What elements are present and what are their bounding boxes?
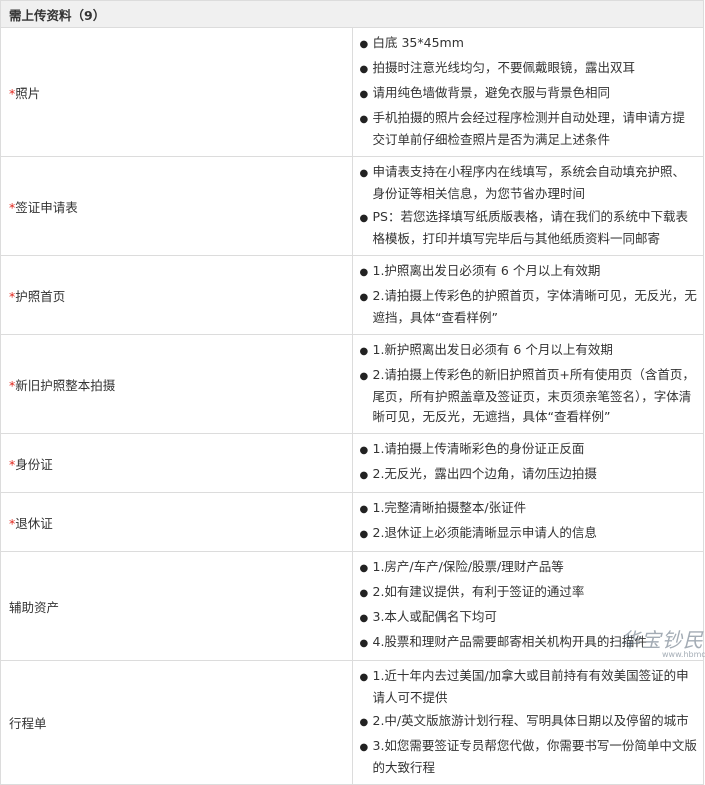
list-item-text: 3.如您需要签证专员帮您代做，你需要书写一份简单中文版的大致行程	[372, 738, 697, 775]
row-label: 行程单	[9, 716, 47, 731]
row-label: 签证申请表	[15, 199, 78, 215]
table-row: *身份证 ● 1.请拍摄上传清晰彩色的身份证正反面 ● 2.无反光，露出四个边角，请勿压…	[0, 433, 704, 493]
list-item-text: 2.无反光，露出四个边角，请勿压边拍摄	[372, 466, 597, 481]
bullet-icon: ●	[359, 470, 369, 481]
bullet-icon: ●	[359, 529, 369, 540]
table-row: *新旧护照整本拍摄 ● 1.新护照离出发日必须有 6 个月以上有效期 ● 2.请拍摄上传…	[0, 334, 704, 434]
bullet-icon: ●	[359, 371, 369, 382]
list-item: ● 1.房产/车产/保险/股票/理财产品等	[360, 557, 698, 579]
table-row: *护照首页 ● 1.护照离出发日必须有 6 个月以上有效期 ● 2.请拍摄上传彩色的护照…	[0, 255, 704, 335]
bullet-icon: ●	[359, 563, 369, 574]
row-label-cell: 辅助资产	[0, 551, 353, 661]
table-row: *照片 ● 白底 35*45mm ● 拍摄时注意光线均匀，不要佩戴眼镜，露出双耳 ● 请用纯…	[0, 27, 704, 157]
row-label-cell: *新旧护照整本拍摄	[0, 334, 353, 434]
list-item: ● 1.护照离出发日必须有 6 个月以上有效期	[360, 261, 698, 283]
list-item-text: 3.本人或配偶名下均可	[372, 609, 497, 624]
list-item-text: 1.新护照离出发日必须有 6 个月以上有效期	[372, 342, 613, 357]
list-item: ● 2.请拍摄上传彩色的护照首页，字体清晰可见，无反光，无遮挡，具体“查看样例”	[360, 286, 698, 328]
list-item-text: 拍摄时注意光线均匀，不要佩戴眼镜，露出双耳	[372, 60, 636, 75]
bullet-icon: ●	[359, 64, 369, 75]
list-item: ● 白底 35*45mm	[360, 33, 698, 55]
row-content-cell: ● 1.房产/车产/保险/股票/理财产品等 ● 2.如有建议提供，有利于签证的通过率 ●…	[351, 551, 704, 661]
row-label-cell: *身份证	[0, 433, 353, 493]
list-item-text: 手机拍摄的照片会经过程序检测并自动处理，请申请方提交订单前仔细检查照片是否为满足…	[372, 110, 686, 147]
list-item: ● 2.无反光，露出四个边角，请勿压边拍摄	[360, 464, 698, 486]
row-label-cell: *护照首页	[0, 255, 353, 335]
bullet-icon: ●	[359, 39, 369, 50]
list-item-text: 2.请拍摄上传彩色的新旧护照首页+所有使用页（含首页，尾页，所有护照盖章及签证页…	[372, 367, 695, 424]
row-label-cell: *照片	[0, 27, 353, 157]
list-item: ● 3.如您需要签证专员帮您代做，你需要书写一份简单中文版的大致行程	[360, 736, 698, 778]
row-content-cell: ● 1.完整清晰拍摄整本/张证件 ● 2.退休证上必须能清晰显示申请人的信息	[351, 492, 704, 552]
row-label: 照片	[15, 85, 41, 101]
row-label-cell: 行程单	[0, 660, 353, 785]
row-content-cell: ● 白底 35*45mm ● 拍摄时注意光线均匀，不要佩戴眼镜，露出双耳 ● 请用纯色墙做…	[351, 27, 704, 157]
row-label: 身份证	[15, 456, 53, 472]
bullet-icon: ●	[359, 717, 369, 728]
bullet-icon: ●	[359, 742, 369, 753]
row-label: 新旧护照整本拍摄	[15, 377, 116, 393]
table-row: 行程单 ● 1.近十年内去过美国/加拿大或目前持有有效美国签证的申请人可不提供 ● 2.…	[0, 660, 704, 785]
bullet-icon: ●	[359, 346, 369, 357]
bullet-icon: ●	[359, 588, 369, 599]
row-content-cell: ● 申请表支持在小程序内在线填写，系统会自动填充护照、身份证等相关信息，为您节省办…	[351, 156, 704, 256]
row-label-cell: *退休证	[0, 492, 353, 552]
table-row: 辅助资产 ● 1.房产/车产/保险/股票/理财产品等 ● 2.如有建议提供，有利于签证的…	[0, 551, 704, 661]
bullet-icon: ●	[359, 613, 369, 624]
table-header-row: 需上传资料（9）	[0, 0, 704, 28]
list-item-text: 2.请拍摄上传彩色的护照首页，字体清晰可见，无反光，无遮挡，具体“查看样例”	[372, 288, 697, 325]
row-content-cell: ● 1.近十年内去过美国/加拿大或目前持有有效美国签证的申请人可不提供 ● 2.中/英…	[351, 660, 704, 785]
list-item: ● 1.近十年内去过美国/加拿大或目前持有有效美国签证的申请人可不提供	[360, 666, 698, 708]
row-label: 护照首页	[15, 288, 66, 304]
table-row: *退休证 ● 1.完整清晰拍摄整本/张证件 ● 2.退休证上必须能清晰显示申请人的信息	[0, 492, 704, 552]
list-item-text: 1.护照离出发日必须有 6 个月以上有效期	[372, 263, 601, 278]
list-item: ● PS：若您选择填写纸质版表格，请在我们的系统中下载表格模板，打印并填写完毕后与…	[360, 207, 698, 249]
row-content-cell: ● 1.新护照离出发日必须有 6 个月以上有效期 ● 2.请拍摄上传彩色的新旧护照首页…	[351, 334, 704, 434]
bullet-icon: ●	[359, 267, 369, 278]
row-label: 退休证	[15, 515, 53, 531]
list-item: ● 请用纯色墙做背景，避免衣服与背景色相同	[360, 83, 698, 105]
bullet-icon: ●	[359, 168, 369, 179]
list-item: ● 2.请拍摄上传彩色的新旧护照首页+所有使用页（含首页，尾页，所有护照盖章及签证…	[360, 365, 698, 427]
list-item-text: 2.退休证上必须能清晰显示申请人的信息	[372, 525, 597, 540]
list-item-text: PS：若您选择填写纸质版表格，请在我们的系统中下载表格模板，打印并填写完毕后与其…	[372, 209, 688, 246]
list-item: ● 4.股票和理财产品需要邮寄相关机构开具的扫描件	[360, 632, 698, 654]
list-item-text: 1.完整清晰拍摄整本/张证件	[372, 500, 527, 515]
table-title: 需上传资料（9）	[0, 0, 704, 28]
bullet-icon: ●	[359, 213, 369, 224]
list-item-text: 白底 35*45mm	[372, 35, 464, 50]
list-item-text: 请用纯色墙做背景，避免衣服与背景色相同	[372, 85, 611, 100]
list-item: ● 拍摄时注意光线均匀，不要佩戴眼镜，露出双耳	[360, 58, 698, 80]
bullet-icon: ●	[359, 672, 369, 683]
list-item: ● 3.本人或配偶名下均可	[360, 607, 698, 629]
list-item-text: 2.如有建议提供，有利于签证的通过率	[372, 584, 585, 599]
list-item-text: 申请表支持在小程序内在线填写，系统会自动填充护照、身份证等相关信息，为您节省办理…	[372, 164, 686, 201]
list-item-text: 1.近十年内去过美国/加拿大或目前持有有效美国签证的申请人可不提供	[372, 668, 689, 705]
bullet-icon: ●	[359, 292, 369, 303]
row-label: 辅助资产	[9, 599, 60, 615]
row-content-cell: ● 1.请拍摄上传清晰彩色的身份证正反面 ● 2.无反光，露出四个边角，请勿压边拍摄	[351, 433, 704, 493]
table-row: *签证申请表 ● 申请表支持在小程序内在线填写，系统会自动填充护照、身份证等相关信息…	[0, 156, 704, 256]
list-item-text: 4.股票和理财产品需要邮寄相关机构开具的扫描件	[372, 634, 647, 649]
bullet-icon: ●	[359, 504, 369, 515]
list-item: ● 2.退休证上必须能清晰显示申请人的信息	[360, 523, 698, 545]
bullet-icon: ●	[359, 445, 369, 456]
list-item: ● 1.新护照离出发日必须有 6 个月以上有效期	[360, 340, 698, 362]
bullet-icon: ●	[359, 114, 369, 125]
bullet-icon: ●	[359, 638, 369, 649]
list-item-text: 1.请拍摄上传清晰彩色的身份证正反面	[372, 441, 585, 456]
list-item: ● 1.完整清晰拍摄整本/张证件	[360, 498, 698, 520]
list-item: ● 1.请拍摄上传清晰彩色的身份证正反面	[360, 439, 698, 461]
list-item: ● 2.中/英文版旅游计划行程、写明具体日期以及停留的城市	[360, 711, 698, 733]
list-item: ● 2.如有建议提供，有利于签证的通过率	[360, 582, 698, 604]
requirements-table: 需上传资料（9） *照片 ● 白底 35*45mm ● 拍摄时注意光线均匀，不要佩戴眼镜…	[0, 0, 704, 785]
list-item-text: 2.中/英文版旅游计划行程、写明具体日期以及停留的城市	[372, 713, 689, 728]
row-content-cell: ● 1.护照离出发日必须有 6 个月以上有效期 ● 2.请拍摄上传彩色的护照首页，字体…	[351, 255, 704, 335]
row-label-cell: *签证申请表	[0, 156, 353, 256]
list-item: ● 申请表支持在小程序内在线填写，系统会自动填充护照、身份证等相关信息，为您节省办…	[360, 162, 698, 204]
bullet-icon: ●	[359, 89, 369, 100]
list-item: ● 手机拍摄的照片会经过程序检测并自动处理，请申请方提交订单前仔细检查照片是否为满…	[360, 108, 698, 150]
list-item-text: 1.房产/车产/保险/股票/理财产品等	[372, 559, 564, 574]
